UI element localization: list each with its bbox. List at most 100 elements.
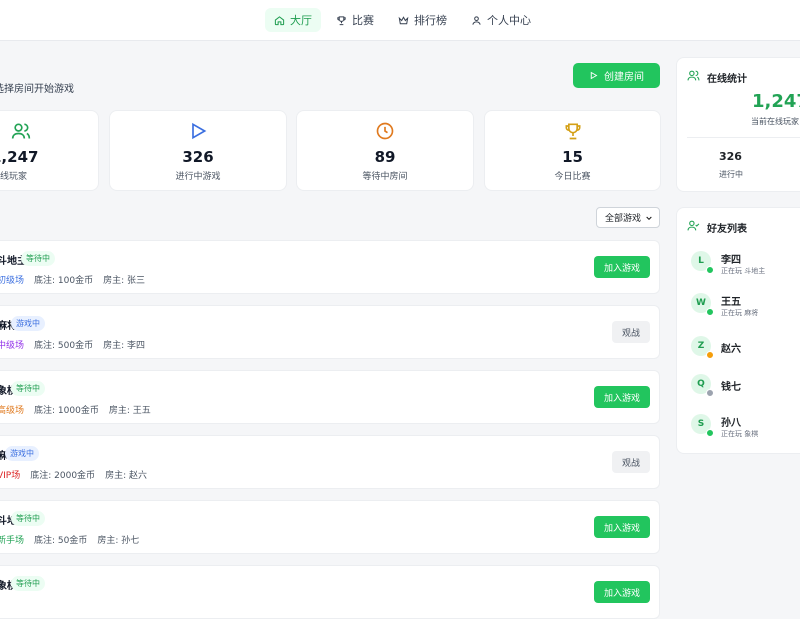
user-icon [472,15,481,25]
join-game-button[interactable]: 加入游戏 [594,256,650,278]
room-level: 高级场 [0,406,25,416]
nav-item-leaderboard[interactable]: 排行榜 [389,8,456,32]
room-card: 斗地主 等待中 初级场 底注: 100金币 房主: 张三 加入游戏 [0,240,660,294]
status-badge: 等待中 [11,381,45,396]
users-icon [11,123,31,139]
chevron-down-icon [646,216,652,221]
online-status-dot [706,266,714,274]
room-meta: 新手场 底注: 50金币 房主: 孙七 [0,533,139,546]
nav-item-profile[interactable]: 个人中心 [462,8,540,32]
room-meta: 高级场 底注: 1000金币 房主: 王五 [0,403,151,416]
friend-status: 正在玩 象棋 [721,430,759,438]
playing-count: 326 [719,150,742,163]
watch-game-button[interactable]: 观战 [612,451,650,473]
room-card: 麻将 游戏中 中级场底注: 500金币房主: 李四 观战 [0,305,660,359]
watch-game-button[interactable]: 观战 [612,321,650,343]
stat-card-online: 1,247 在线玩家 [0,110,99,191]
online-total: 1,247 [752,91,800,112]
nav-label: 排行榜 [414,14,447,27]
friend-item[interactable]: L 李四 正在玩 斗地主 [691,251,800,281]
status-badge: 游戏中 [11,316,45,331]
friend-item[interactable]: S 孙八 正在玩 象棋 [691,414,800,444]
online-status-dot [706,429,714,437]
create-room-button[interactable]: 创建房间 [573,63,660,88]
room-level: VIP场 [0,471,21,481]
room-meta: 中级场 底注: 500金币 房主: 李四 [0,338,145,351]
friend-name: 李四 [721,255,741,266]
online-status-dot [706,351,714,359]
room-level: 初级场 [0,276,25,286]
room-card: 麻将 游戏中 VIP场底注: 2000金币房主: 赵六 观战 [0,435,660,489]
trophy-icon [337,15,346,25]
friends-panel: 好友列表 L 李四 正在玩 斗地主 W 王五 正在玩 麻将 Z 赵六 Q 钱七 … [676,207,800,454]
room-bet: 底注: 1000金币 [34,406,99,416]
nav-label: 比赛 [352,14,374,27]
room-host: 房主: 张三 [103,276,145,286]
playing-label: 进行中 [719,170,743,179]
panel-title: 好友列表 [707,224,747,235]
room-level: 新手场 [0,536,25,546]
stat-card-waiting-rooms: 89 等待中房间 [296,110,474,191]
crown-icon [398,15,409,24]
home-icon [274,15,285,25]
nav-item-lobby[interactable]: 大厅 [265,8,321,32]
stat-card-today-matches: 15 今日比赛 [484,110,661,191]
clock-icon [376,122,394,140]
join-game-button[interactable]: 加入游戏 [594,516,650,538]
nav-label: 大厅 [290,14,312,27]
stat-value: 1,247 [0,148,39,166]
room-bet: 底注: 100金币 [34,276,94,286]
room-host: 房主: 赵六 [105,471,147,481]
page-subtitle: 选择房间开始游戏 [0,84,74,95]
room-meta: VIP场 底注: 2000金币 房主: 赵六 [0,468,147,481]
panel-title: 在线统计 [707,74,747,85]
friend-item[interactable]: Q 钱七 [691,374,800,404]
room-level: 中级场 [0,341,25,351]
friend-item[interactable]: Z 赵六 [691,336,800,366]
stat-label: 今日比赛 [554,172,591,182]
room-bet: 底注: 2000金币 [30,471,96,481]
room-card: 斗地主 等待中 新手场底注: 50金币房主: 孙七 加入游戏 [0,500,660,554]
stat-label: 等待中房间 [362,172,408,182]
stat-value: 15 [562,148,583,166]
room-card: 象棋 等待中 高级场底注: 1000金币房主: 王五 加入游戏 [0,370,660,424]
room-bet: 底注: 500金币 [34,341,94,351]
stat-value: 89 [374,148,396,166]
online-total-label: 当前在线玩家 [751,117,799,126]
friend-status: 正在玩 麻将 [721,309,759,317]
stat-label: 进行中游戏 [175,172,221,182]
trophy-icon [565,123,580,140]
friend-name: 王五 [721,297,741,308]
room-bet: 底注: 50金币 [34,536,88,546]
status-badge: 等待中 [11,511,45,526]
play-icon [590,71,598,80]
stat-value: 326 [182,148,214,166]
status-badge: 游戏中 [5,446,39,461]
friend-name: 钱七 [721,382,741,393]
friend-name: 孙八 [721,418,741,429]
status-badge: 等待中 [21,251,55,266]
room-host: 房主: 孙七 [97,536,140,546]
add-friend-icon [687,220,700,231]
room-card: 象棋 等待中 加入游戏 [0,565,660,619]
main-nav: 大厅 比赛 排行榜 个人中心 [265,8,540,32]
play-icon [192,122,207,140]
friend-name: 赵六 [721,344,741,355]
filter-selected: 全部游戏 [605,214,642,224]
online-stats-panel: 在线统计 1,247 当前在线玩家 326 进行中 [676,57,800,192]
nav-label: 个人中心 [487,14,531,27]
game-filter-select[interactable]: 全部游戏 [596,207,660,228]
join-game-button[interactable]: 加入游戏 [594,386,650,408]
online-status-dot [706,389,714,397]
create-room-label: 创建房间 [604,72,644,83]
users-icon [687,70,700,81]
nav-item-matches[interactable]: 比赛 [327,8,383,32]
stat-card-active-games: 326 进行中游戏 [109,110,287,191]
room-host: 房主: 李四 [103,341,145,351]
divider [687,137,800,138]
room-host: 房主: 王五 [108,406,151,416]
friend-status: 正在玩 斗地主 [721,267,766,275]
stat-label: 在线玩家 [0,172,28,182]
status-badge: 等待中 [11,576,45,591]
friend-item[interactable]: W 王五 正在玩 麻将 [691,293,800,323]
